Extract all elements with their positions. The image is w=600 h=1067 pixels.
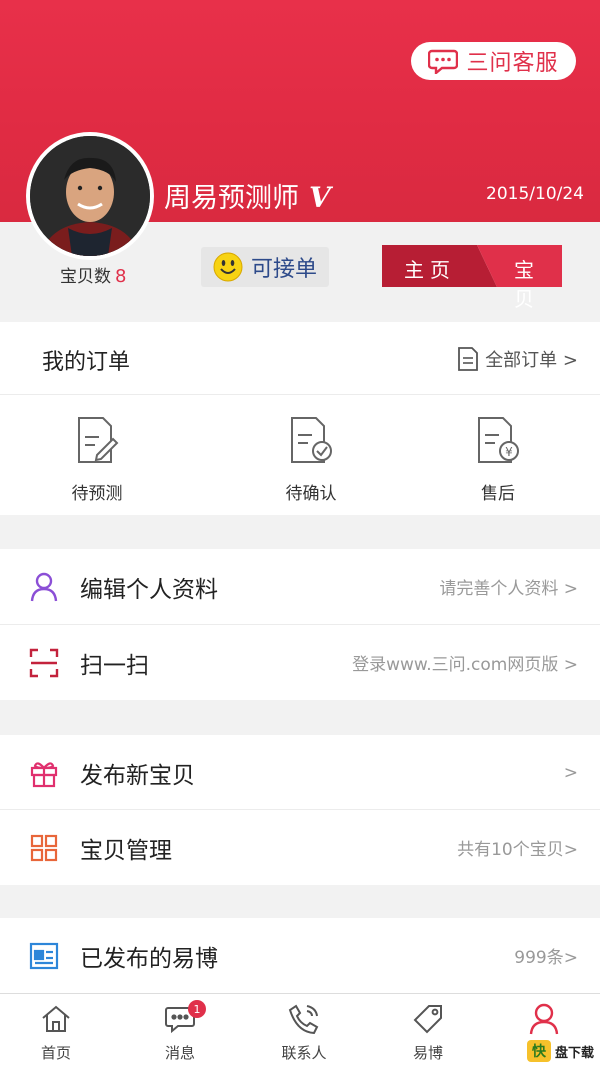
tab-label: 易博 [412, 1044, 443, 1062]
order-status-after-sales[interactable]: ¥ 售后 [438, 415, 558, 504]
order-status-row: 待预测 待确认 ¥ 售后 [0, 395, 600, 515]
order-status-label: 待确认 [285, 484, 337, 504]
scan-hint: 登录www.三问.com网页版 > [352, 655, 578, 675]
my-orders-title: 我的订单 [42, 350, 131, 375]
published-posts-hint: 999条> [514, 948, 578, 968]
profile-name-row: 周易预测师 V [164, 176, 331, 215]
scan-title: 扫一扫 [80, 652, 149, 679]
manage-items-hint: 共有10个宝贝> [457, 840, 578, 860]
tag-icon [413, 1005, 442, 1034]
tab-label: 消息 [164, 1044, 195, 1062]
avatar-image [30, 136, 150, 256]
accept-orders-label: 可接单 [250, 257, 317, 282]
customer-service-button[interactable]: 三问客服 [411, 42, 576, 80]
document-icon [458, 347, 479, 371]
item-count-label: 宝贝数 [60, 267, 111, 287]
smiley-icon [213, 252, 243, 282]
tab-home[interactable]: 主页 [404, 254, 456, 283]
unread-badge: 1 [188, 1000, 206, 1018]
manage-items-title: 宝贝管理 [80, 837, 172, 864]
scan-row[interactable]: 扫一扫 登录www.三问.com网页版 > [0, 625, 600, 700]
chat-bubble-icon [428, 49, 459, 74]
article-icon [28, 940, 60, 972]
scan-icon [28, 647, 60, 679]
bottom-tab-bar: 首页 1 消息 联系人 易博 [0, 993, 600, 1067]
grid-icon [28, 832, 60, 864]
order-status-pending-confirm[interactable]: 待确认 [251, 415, 371, 504]
tab-items[interactable]: 宝贝 [514, 254, 562, 312]
item-count: 宝贝数 8 [60, 262, 126, 287]
all-orders-label: 全部订单 > [485, 350, 578, 371]
tab-label: 首页 [40, 1044, 71, 1062]
watermark: 快 盘下载 [526, 1040, 594, 1062]
tab-label: 联系人 [281, 1044, 327, 1062]
profile-name: 周易预测师 [164, 183, 299, 214]
person-icon [28, 571, 60, 603]
edit-profile-row[interactable]: 编辑个人资料 请完善个人资料 > [0, 549, 600, 624]
order-status-label: 待预测 [71, 484, 123, 504]
document-check-icon [291, 417, 332, 463]
all-orders-link[interactable]: 全部订单 > [457, 346, 578, 372]
watermark-text: 盘下载 [554, 1045, 594, 1061]
published-posts-title: 已发布的易博 [80, 945, 218, 972]
publish-item-row[interactable]: 发布新宝贝 > [0, 735, 600, 810]
document-yen-icon: ¥ [478, 417, 519, 463]
svg-text:¥: ¥ [505, 445, 513, 459]
edit-profile-hint: 请完善个人资料 > [439, 579, 578, 599]
document-edit-icon [78, 417, 119, 463]
order-status-label: 售后 [481, 484, 515, 504]
edit-profile-title: 编辑个人资料 [80, 576, 218, 603]
phone-icon [288, 1004, 319, 1035]
watermark-logo: 快 [526, 1040, 551, 1062]
accept-orders-button[interactable]: 可接单 [201, 247, 329, 287]
tab-contacts[interactable]: 联系人 [254, 1002, 354, 1063]
tab-home[interactable]: 首页 [6, 1002, 106, 1063]
manage-items-row[interactable]: 宝贝管理 共有10个宝贝> [0, 810, 600, 885]
profile-tab-switch: 主页 宝贝 [382, 245, 562, 311]
publish-item-chevron: > [563, 762, 578, 783]
join-date: 2015/10/24 [486, 184, 584, 204]
my-orders-header: 我的订单 全部订单 > [0, 322, 600, 394]
publish-item-title: 发布新宝贝 [80, 762, 195, 789]
verified-badge: V [309, 181, 331, 214]
tab-me[interactable] [494, 1002, 594, 1042]
order-status-pending-prediction[interactable]: 待预测 [37, 415, 157, 504]
tab-messages[interactable]: 1 消息 [130, 1000, 230, 1063]
avatar[interactable] [26, 132, 154, 260]
item-count-value: 8 [115, 266, 127, 287]
published-posts-row[interactable]: 已发布的易博 999条> [0, 918, 600, 993]
gift-icon [28, 757, 60, 789]
tab-posts[interactable]: 易博 [378, 1002, 478, 1063]
customer-service-label: 三问客服 [466, 51, 559, 76]
person-icon [529, 1003, 559, 1035]
home-icon [42, 1005, 70, 1032]
